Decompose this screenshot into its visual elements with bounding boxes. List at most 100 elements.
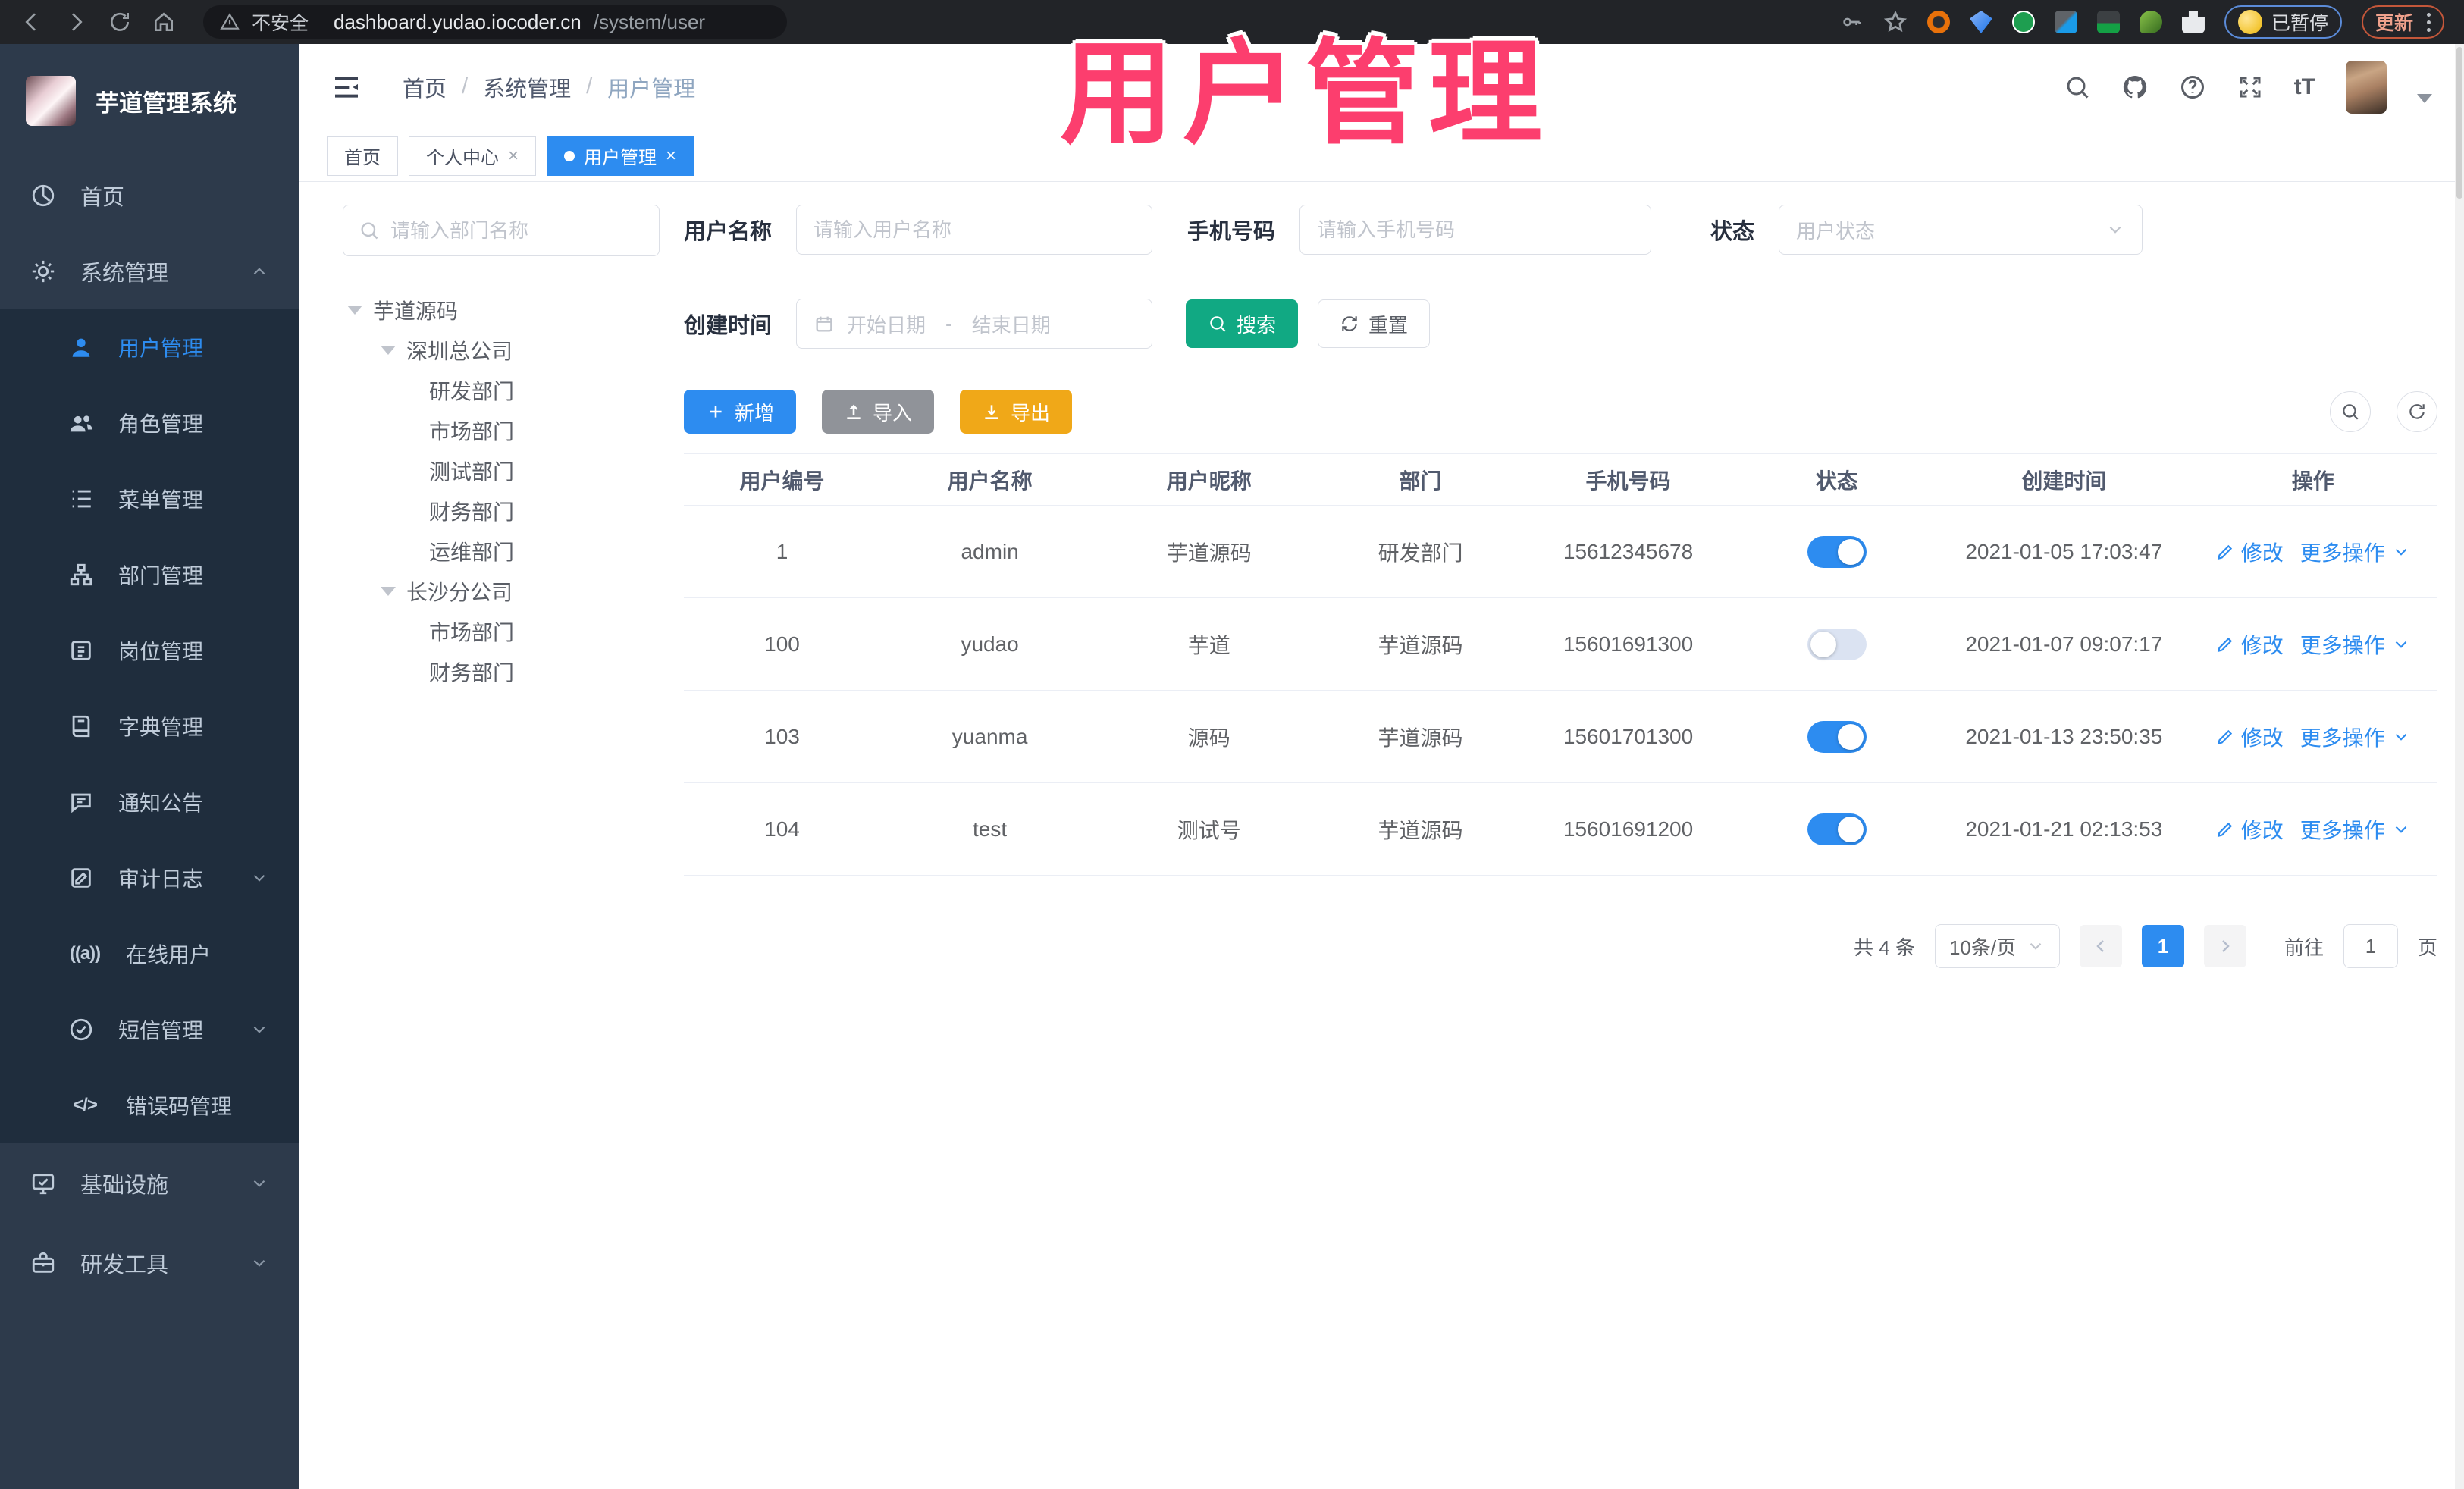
mobile-field[interactable] [1299,205,1652,255]
extension-icon-leaf[interactable] [2139,11,2162,33]
close-icon[interactable]: × [508,146,519,165]
font-size-icon[interactable]: tT [2294,74,2315,100]
tree-node[interactable]: 市场部门 [343,611,660,651]
tree-node[interactable]: 研发部门 [343,370,660,410]
caret-down-icon[interactable] [347,305,362,315]
breadcrumb-system[interactable]: 系统管理 [483,71,571,103]
pencil-icon [2217,637,2232,652]
browser-menu-icon[interactable] [2427,12,2431,32]
more-actions-link[interactable]: 更多操作 [2300,537,2411,567]
github-icon[interactable] [2121,74,2149,101]
sidebar-item-infrastructure[interactable]: 基础设施 [0,1143,299,1223]
scrollbar-thumb[interactable] [2456,47,2462,199]
mobile-input[interactable] [1317,218,1635,242]
sidebar-item-menu-management[interactable]: 菜单管理 [0,461,299,537]
caret-down-icon[interactable] [381,345,396,355]
window-scrollbar[interactable] [2455,44,2464,1489]
more-actions-link[interactable]: 更多操作 [2300,722,2411,752]
user-avatar[interactable] [2346,60,2387,114]
daterange-field[interactable]: 开始日期 - 结束日期 [796,299,1153,349]
address-bar[interactable]: 不安全 dashboard.yudao.iocoder.cn/system/us… [203,5,787,39]
add-button[interactable]: 新增 [684,390,797,434]
extension-icon-blue-puzzle[interactable] [2054,11,2077,33]
toggle-search-button[interactable] [2330,391,2371,432]
reload-icon[interactable] [108,10,132,34]
sidebar-item-sms-management[interactable]: 短信管理 [0,992,299,1067]
sidebar-item-dict-management[interactable]: 字典管理 [0,688,299,764]
export-button[interactable]: 导出 [960,390,1073,434]
tree-node[interactable]: 测试部门 [343,450,660,491]
sidebar-item-dept-management[interactable]: 部门管理 [0,537,299,613]
status-toggle[interactable] [1807,813,1867,845]
message-bubble-icon [71,793,91,813]
extension-icon-orange[interactable] [1926,11,1950,33]
fullscreen-icon[interactable] [2237,74,2264,101]
department-search-input[interactable] [390,218,644,243]
sidebar-item-system[interactable]: 系统管理 [0,234,299,309]
status-toggle[interactable] [1807,535,1867,568]
sidebar-item-error-code[interactable]: </> 错误码管理 [0,1067,299,1143]
tab-profile[interactable]: 个人中心 × [409,136,537,176]
sidebar-item-audit-log[interactable]: 审计日志 [0,840,299,916]
browser-update-button[interactable]: 更新 [2361,5,2444,39]
breadcrumb-home[interactable]: 首页 [403,71,447,103]
reset-button[interactable]: 重置 [1318,299,1431,348]
sidebar-item-online-users[interactable]: ((a)) 在线用户 [0,916,299,992]
edit-link[interactable]: 修改 [2215,722,2284,752]
tree-node[interactable]: 财务部门 [343,491,660,531]
tab-user-management[interactable]: 用户管理 × [547,136,694,176]
goto-label: 前往 [2284,936,2324,959]
tree-node[interactable]: 运维部门 [343,531,660,571]
sidebar-item-home[interactable]: 首页 [0,158,299,234]
status-toggle[interactable] [1807,720,1867,753]
page-size-select[interactable]: 10条/页 [1934,924,2060,968]
tree-node[interactable]: 财务部门 [343,651,660,691]
status-select[interactable]: 用户状态 [1779,205,2143,255]
logo-image [26,76,76,126]
goto-page-input[interactable] [2343,924,2398,968]
tab-home[interactable]: 首页 [327,136,398,176]
more-actions-link[interactable]: 更多操作 [2300,814,2411,845]
extension-icon-green-circle[interactable] [2011,11,2035,33]
search-button[interactable]: 搜索 [1186,299,1299,348]
edit-link[interactable]: 修改 [2215,537,2284,567]
sidebar-item-user-management[interactable]: 用户管理 [0,309,299,385]
tree-node[interactable]: 市场部门 [343,410,660,450]
sidebar-item-post-management[interactable]: 岗位管理 [0,613,299,688]
help-icon[interactable] [2179,74,2206,101]
tree-node[interactable]: 深圳总公司 [343,330,660,370]
search-icon[interactable] [2064,74,2091,101]
status-toggle[interactable] [1807,628,1867,660]
edit-link[interactable]: 修改 [2215,629,2284,660]
tree-node[interactable]: 长沙分公司 [343,571,660,611]
back-icon[interactable] [20,10,44,34]
user-panel: 用户名称 手机号码 状态 用户状态 创建时间 [684,205,2437,968]
sidebar-item-role-management[interactable]: 角色管理 [0,385,299,461]
sidebar-item-notice[interactable]: 通知公告 [0,764,299,840]
sidebar-item-dev-tools[interactable]: 研发工具 [0,1223,299,1302]
next-page-button[interactable] [2203,925,2246,967]
extension-icon-on-badge[interactable] [2096,11,2120,33]
more-actions-link[interactable]: 更多操作 [2300,629,2411,660]
close-icon[interactable]: × [666,146,676,165]
forward-icon[interactable] [64,10,88,34]
username-field[interactable] [796,205,1153,255]
home-icon[interactable] [152,10,176,34]
sidebar-logo[interactable]: 芋道管理系统 [0,44,299,158]
bookmark-star-icon[interactable] [1883,10,1908,34]
page-number-current[interactable]: 1 [2141,925,2184,967]
refresh-table-button[interactable] [2397,391,2437,432]
avatar-dropdown-icon[interactable] [2417,93,2432,103]
edit-link[interactable]: 修改 [2215,814,2284,845]
paused-extension-chip[interactable]: 已暂停 [2224,5,2342,39]
tree-node[interactable]: 芋道源码 [343,290,660,330]
extension-icon-gem[interactable] [1969,11,1992,33]
key-icon[interactable] [1839,10,1864,34]
extension-puzzle-icon[interactable] [2181,11,2205,33]
caret-down-icon[interactable] [381,586,396,596]
collapse-sidebar-icon[interactable] [331,72,362,102]
import-button[interactable]: 导入 [822,390,935,434]
department-search[interactable] [343,205,660,256]
username-input[interactable] [813,218,1136,242]
prev-page-button[interactable] [2079,925,2122,967]
